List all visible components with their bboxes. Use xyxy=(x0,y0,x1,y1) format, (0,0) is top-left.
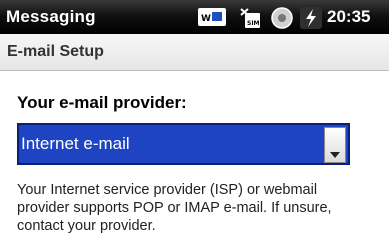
app-title: Messaging xyxy=(6,7,96,26)
svg-text:SIM: SIM xyxy=(247,20,260,27)
battery-charging-icon[interactable] xyxy=(299,6,323,34)
network-icon[interactable]: W xyxy=(197,6,227,32)
provider-dropdown[interactable]: Internet e-mail xyxy=(17,123,350,165)
connectivity-icon[interactable] xyxy=(270,6,294,34)
clock[interactable]: 20:35 xyxy=(327,7,370,27)
chevron-down-icon xyxy=(330,152,340,158)
dropdown-button[interactable] xyxy=(324,127,346,163)
help-text: Your Internet service provider (ISP) or … xyxy=(17,182,332,234)
screen-header: E-mail Setup xyxy=(0,34,389,71)
sim-icon[interactable]: SIM xyxy=(239,6,261,34)
provider-label: Your e-mail provider: xyxy=(17,93,187,112)
provider-selected-value: Internet e-mail xyxy=(21,134,130,153)
status-bar: Messaging W SIM 20:35 xyxy=(0,0,389,34)
svg-text:W: W xyxy=(201,14,211,24)
page-title: E-mail Setup xyxy=(7,43,104,60)
